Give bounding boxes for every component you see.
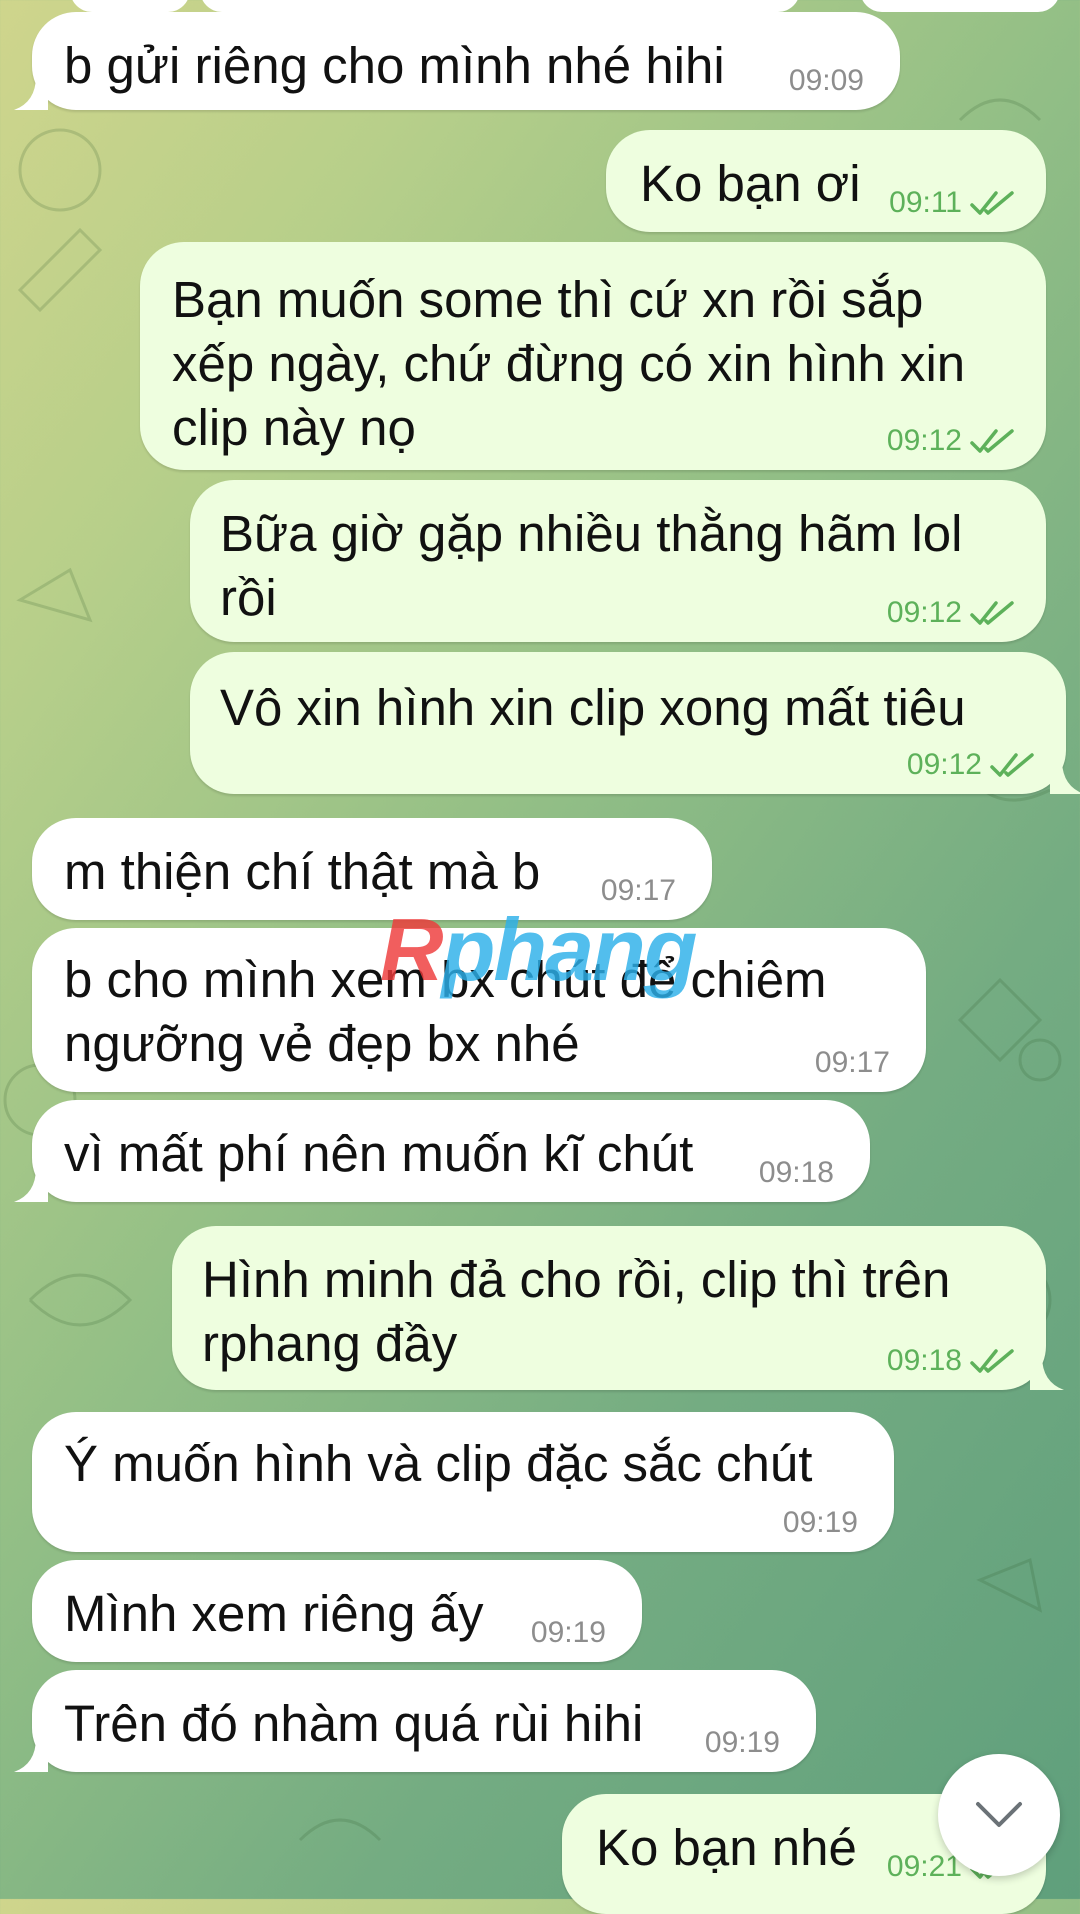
bubble-tail (14, 1168, 48, 1202)
message-time: 09:19 (530, 1616, 606, 1649)
message-text: b gửi riêng cho mình nhé hihi (64, 37, 725, 94)
message-time: 09:17 (814, 1046, 890, 1079)
message-time: 09:18 (887, 1344, 1016, 1378)
outgoing-message[interactable]: Ko bạn ơi 09:11 (606, 130, 1046, 232)
double-check-icon (970, 601, 1014, 625)
incoming-message[interactable]: Mình xem riêng ấy 09:19 (32, 1560, 642, 1662)
double-check-icon (990, 753, 1034, 777)
bubble-tail (1050, 760, 1080, 794)
message-time: 09:12 (907, 748, 1036, 782)
message-time: 09:19 (782, 1506, 858, 1539)
double-check-icon (970, 429, 1014, 453)
message-text: vì mất phí nên muốn kĩ chút (64, 1125, 694, 1182)
incoming-message[interactable]: Ý muốn hình và clip đặc sắc chút 09:19 (32, 1412, 894, 1552)
message-text: Ý muốn hình và clip đặc sắc chút (64, 1435, 813, 1492)
outgoing-message[interactable]: Hình minh đả cho rồi, clip thì trên rpha… (172, 1226, 1064, 1390)
incoming-message[interactable]: Trên đó nhàm quá rùi hihi 09:19 (14, 1670, 816, 1772)
outgoing-message[interactable]: Bạn muốn some thì cứ xn rồi sắp xếp ngày… (140, 242, 1046, 470)
incoming-message[interactable]: vì mất phí nên muốn kĩ chút 09:18 (14, 1100, 870, 1202)
message-time: 09:18 (758, 1156, 834, 1189)
bubble-tail (14, 76, 48, 110)
message-text: Mình xem riêng ấy (64, 1585, 484, 1642)
bubble-tail (1030, 1356, 1064, 1390)
message-time: 09:19 (704, 1726, 780, 1759)
message-time: 09:12 (887, 424, 1016, 458)
outgoing-message[interactable]: Vô xin hình xin clip xong mất tiêu 09:12 (190, 652, 1080, 794)
double-check-icon (970, 1349, 1014, 1373)
message-text: Trên đó nhàm quá rùi hihi (64, 1695, 644, 1752)
message-text: m thiện chí thật mà b (64, 843, 541, 900)
chevron-down-icon (976, 1802, 1022, 1827)
message-time: 09:12 (887, 596, 1016, 630)
bubble-tail (14, 1738, 48, 1772)
double-check-icon (970, 191, 1014, 215)
outgoing-message[interactable]: Bữa giờ gặp nhiều thằng hãm lol rồi 09:1… (190, 480, 1046, 642)
site-watermark: Rphang (380, 900, 698, 999)
incoming-message[interactable]: b gửi riêng cho mình nhé hihi 09:09 (14, 12, 900, 110)
scroll-to-bottom-button[interactable] (938, 1754, 1060, 1876)
message-time: 09:09 (788, 64, 864, 97)
message-text: Vô xin hình xin clip xong mất tiêu (220, 679, 966, 736)
message-time: 09:11 (889, 186, 1016, 220)
